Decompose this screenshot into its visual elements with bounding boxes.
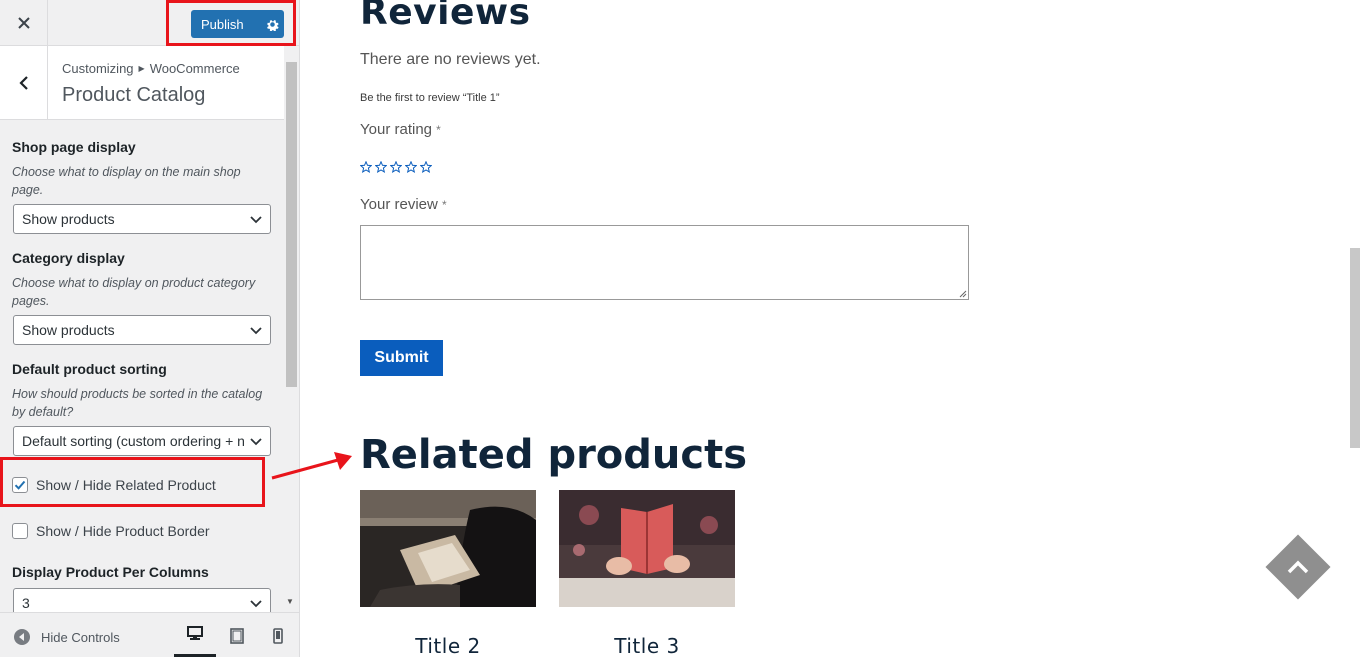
star-icon[interactable] (375, 161, 387, 173)
related-product-toggle[interactable]: Show / Hide Related Product (12, 477, 216, 493)
scroll-down-arrow-icon[interactable]: ▼ (286, 597, 294, 606)
chevron-left-icon (18, 75, 28, 90)
no-reviews-text: There are no reviews yet. (360, 51, 541, 68)
star-icon[interactable] (360, 161, 372, 173)
reviews-heading: Reviews (360, 0, 531, 33)
red-book-photo (559, 490, 735, 607)
mobile-icon (273, 627, 283, 644)
chevron-down-icon (250, 216, 262, 224)
publish-button[interactable]: Publish (191, 10, 284, 38)
breadcrumb-parent: WooCommerce (149, 61, 240, 76)
breadcrumb: Customizing ▶ WooCommerce (62, 61, 240, 76)
per-columns-title: Display Product Per Columns (12, 564, 209, 580)
product-border-toggle[interactable]: Show / Hide Product Border (12, 523, 210, 539)
category-display-select[interactable]: Show products (13, 315, 271, 345)
product-title[interactable]: Title 2 (360, 634, 536, 657)
breadcrumb-root: Customizing (62, 61, 134, 76)
hide-controls-label: Hide Controls (41, 629, 120, 645)
category-display-title: Category display (12, 250, 125, 266)
resize-grip-icon[interactable] (959, 290, 967, 298)
shop-display-select[interactable]: Show products (13, 204, 271, 234)
customizer-sidebar: Publish Customizing ▶ WooCommerce Product … (0, 0, 300, 657)
desktop-icon (187, 626, 203, 640)
publish-settings-button[interactable] (261, 18, 284, 31)
section-header: Customizing ▶ WooCommerce Product Catalog (0, 46, 284, 120)
shop-display-description: Choose what to display on the main shop … (12, 165, 241, 197)
review-label-text: Your review (360, 196, 438, 213)
chevron-up-icon (1283, 552, 1313, 582)
collapse-arrow-icon (14, 629, 30, 645)
required-mark: * (442, 198, 447, 212)
shop-display-title: Shop page display (12, 139, 136, 155)
related-products-heading: Related products (360, 432, 748, 478)
product-image-title-3[interactable] (559, 490, 735, 607)
first-review-text: Be the first to review “Title 1” (360, 92, 500, 104)
back-button[interactable] (0, 46, 48, 119)
category-display-value: Show products (22, 322, 115, 338)
rating-label-text: Your rating (360, 121, 432, 138)
related-product-checkbox[interactable] (12, 477, 28, 493)
chevron-down-icon (250, 600, 262, 608)
hide-controls-button[interactable]: Hide Controls (13, 628, 120, 646)
sorting-title: Default product sorting (12, 361, 167, 377)
publish-label: Publish (201, 16, 244, 32)
reading-book-photo (360, 490, 536, 607)
per-columns-value: 3 (22, 595, 30, 611)
mobile-preview-button[interactable] (257, 613, 299, 657)
sidebar-scrollbar-thumb[interactable] (286, 62, 297, 387)
star-icon[interactable] (405, 161, 417, 173)
star-icon[interactable] (390, 161, 402, 173)
review-textarea[interactable] (360, 225, 969, 300)
per-columns-select[interactable]: 3 (13, 588, 271, 612)
related-product-label: Show / Hide Related Product (36, 477, 216, 493)
site-preview: Reviews There are no reviews yet. Be the… (300, 0, 1366, 657)
controls-panel: Shop page display Choose what to display… (0, 120, 284, 612)
review-label: Your review * (360, 196, 447, 213)
star-icon[interactable] (420, 161, 432, 173)
product-border-checkbox[interactable] (12, 523, 28, 539)
chevron-down-icon (250, 327, 262, 335)
rating-stars (360, 161, 432, 173)
product-image-title-2[interactable] (360, 490, 536, 607)
required-mark: * (436, 123, 441, 137)
product-border-label: Show / Hide Product Border (36, 523, 210, 539)
breadcrumb-separator-icon: ▶ (138, 64, 145, 73)
close-customizer-button[interactable] (0, 0, 48, 46)
submit-review-button[interactable]: Submit (360, 340, 443, 376)
product-title[interactable]: Title 3 (559, 634, 735, 657)
sorting-select[interactable]: Default sorting (custom ordering + n (13, 426, 271, 456)
customizer-footer: Hide Controls (0, 612, 299, 657)
tablet-icon (230, 627, 244, 644)
section-title: Product Catalog (62, 84, 206, 106)
chevron-down-icon (250, 438, 262, 446)
desktop-preview-button[interactable] (174, 613, 216, 657)
shop-display-value: Show products (22, 211, 115, 227)
customizer-topbar: Publish (0, 0, 299, 46)
rating-label: Your rating * (360, 121, 441, 138)
category-display-description: Choose what to display on product catego… (12, 276, 256, 308)
close-icon (17, 17, 30, 29)
checkmark-icon (14, 480, 26, 490)
sorting-value: Default sorting (custom ordering + n (22, 433, 245, 449)
preview-scrollbar-thumb[interactable] (1350, 248, 1360, 448)
sorting-description: How should products be sorted in the cat… (12, 387, 263, 419)
tablet-preview-button[interactable] (216, 613, 258, 657)
gear-icon (267, 19, 279, 31)
